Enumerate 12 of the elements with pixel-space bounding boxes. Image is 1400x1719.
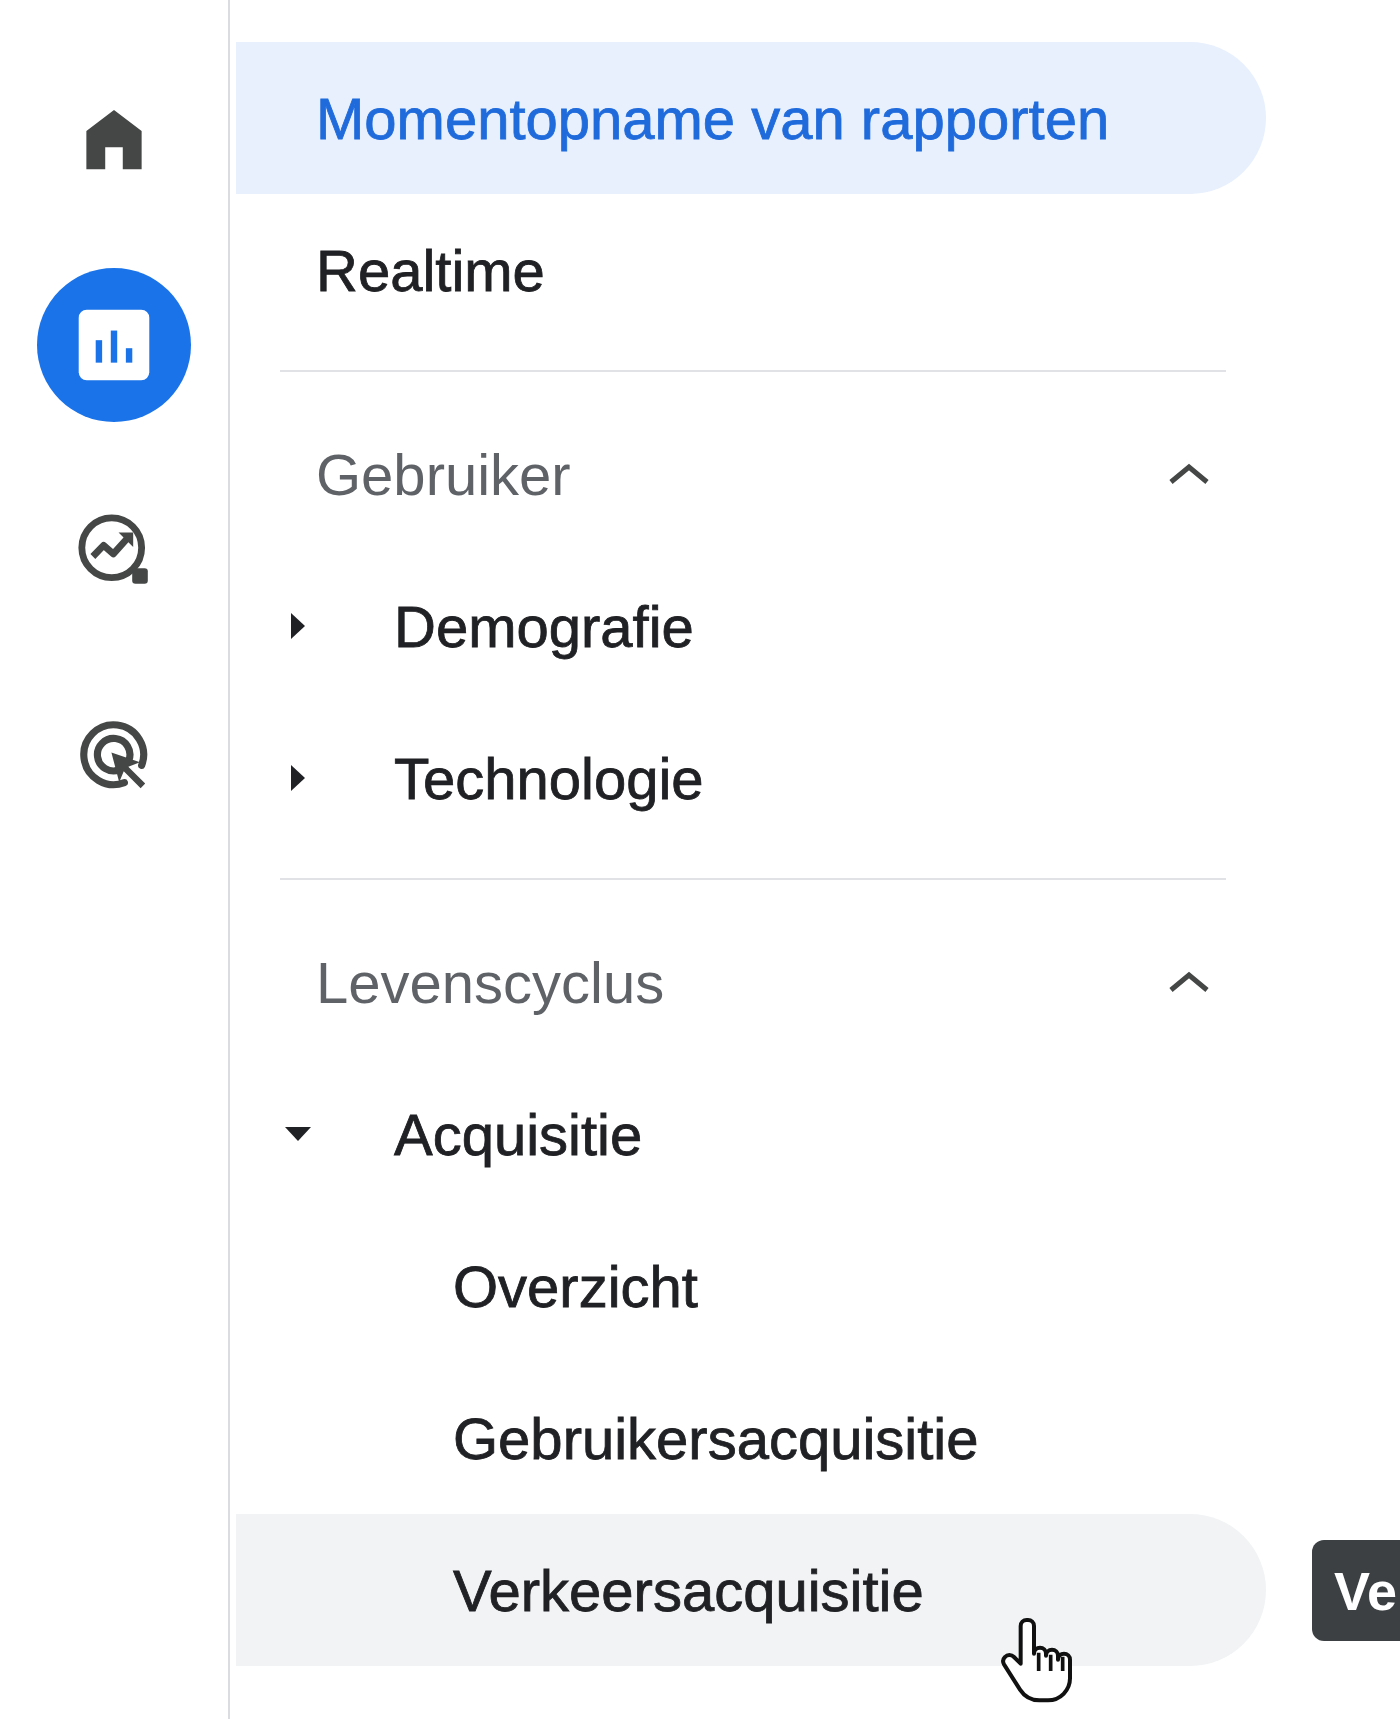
nav-item[interactable]: Realtime: [236, 194, 1266, 346]
nav-group-item[interactable]: Acquisitie: [236, 1058, 1266, 1210]
tooltip: Ve: [1312, 1540, 1400, 1641]
nav-group-item[interactable]: Demografie: [236, 550, 1266, 702]
section-header[interactable]: Gebruiker: [236, 398, 1266, 550]
nav-item[interactable]: Momentopname van rapporten: [236, 42, 1266, 194]
nav-item[interactable]: Gebruikersacquisitie: [236, 1362, 1266, 1514]
nav-item[interactable]: Verkeersacquisitie: [236, 1514, 1266, 1666]
nav-item[interactable]: Overzicht: [236, 1210, 1266, 1362]
bar-chart-icon[interactable]: [37, 267, 191, 422]
nav-group-item[interactable]: Technologie: [236, 702, 1266, 854]
section-header[interactable]: Levenscyclus: [236, 906, 1266, 1058]
